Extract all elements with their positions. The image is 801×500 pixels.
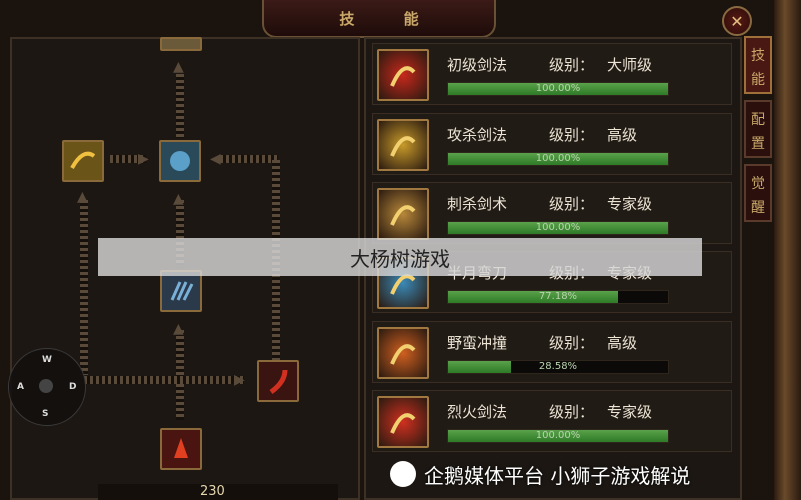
skill-name: 烈火剑法	[447, 403, 508, 421]
game-hud-edge	[774, 0, 801, 500]
skill-progress-text: 77.18%	[538, 291, 578, 302]
window-title: 技 能	[339, 9, 441, 28]
skill-progress-bar: 100.00%	[447, 82, 669, 96]
joystick-right-label: D	[69, 382, 77, 392]
skill-level-label: 级别：	[549, 334, 595, 352]
tree-connector	[220, 155, 278, 163]
skill-row[interactable]: 烈火剑法 级别： 专家级 100.00%	[372, 390, 732, 452]
skill-level: 专家级	[607, 195, 653, 213]
arrow-up-icon: ▲	[173, 191, 184, 207]
tab-awaken-label: 觉醒	[751, 176, 765, 216]
tree-node-golden-slash[interactable]	[62, 140, 104, 182]
tab-config-label: 配置	[751, 112, 765, 152]
skill-row[interactable]: 刺杀剑术 级别： 专家级 100.00%	[372, 182, 732, 244]
skill-progress-bar: 28.58%	[447, 360, 669, 374]
watermark-text: 大杨树游戏	[350, 246, 450, 271]
tree-connector	[84, 376, 244, 384]
tab-config[interactable]: 配置	[744, 100, 772, 158]
tree-node-blue-claw[interactable]	[160, 270, 202, 312]
skill-level-label: 级别：	[549, 126, 595, 144]
thrust-sword-icon[interactable]	[377, 188, 429, 240]
skill-row[interactable]: 初级剑法 级别： 大师级 100.00%	[372, 43, 732, 105]
tree-connector	[80, 200, 88, 375]
tree-connector	[176, 74, 184, 138]
arrow-right-icon: ▶	[234, 372, 245, 388]
charge-burst-icon[interactable]	[377, 327, 429, 379]
penguin-logo-icon	[390, 461, 416, 487]
joystick-left-label: A	[17, 382, 24, 392]
skill-progress-text: 100.00%	[535, 153, 581, 164]
arrow-left-icon: ◀	[210, 151, 221, 167]
bottom-hud-number: 230	[200, 484, 225, 499]
skill-name: 攻杀剑法	[447, 126, 508, 144]
arrow-up-icon: ▲	[173, 59, 184, 75]
joystick-down-label: S	[42, 409, 49, 419]
golden-slash-icon[interactable]	[377, 119, 429, 171]
skill-row[interactable]: 攻杀剑法 级别： 高级 100.00%	[372, 113, 732, 175]
skill-level: 大师级	[607, 56, 653, 74]
tab-skills-label: 技能	[751, 48, 765, 88]
skill-progress-text: 100.00%	[535, 83, 581, 94]
joystick-up-label: W	[42, 355, 52, 365]
claw-icon	[170, 281, 194, 301]
tree-node-blue-spirit[interactable]	[159, 140, 201, 182]
tree-connector	[176, 330, 184, 420]
skill-progress-text: 28.58%	[538, 361, 578, 372]
tree-node-red-blade[interactable]	[257, 360, 299, 402]
credit-text: 企鹅媒体平台 小狮子游戏解说	[424, 463, 691, 488]
blue-spirit-icon	[170, 151, 190, 171]
skill-level-label: 级别：	[549, 56, 595, 74]
tab-awaken[interactable]: 觉醒	[744, 164, 772, 222]
arrow-up-icon: ▲	[77, 189, 88, 205]
flame-figure-icon	[174, 438, 188, 458]
movement-joystick[interactable]: W A S D	[8, 348, 86, 426]
fire-sword-icon[interactable]	[377, 396, 429, 448]
golden-slash-icon	[70, 151, 96, 169]
skill-level: 高级	[607, 334, 638, 352]
tab-skills[interactable]: 技能	[744, 36, 772, 94]
tree-node-top[interactable]	[160, 37, 202, 51]
skill-progress-bar: 100.00%	[447, 429, 669, 443]
window-title-bar: 技 能	[262, 0, 496, 38]
skill-row[interactable]: 野蛮冲撞 级别： 高级 28.58%	[372, 321, 732, 383]
tree-node-flame-figure[interactable]	[160, 428, 202, 470]
red-blade-icon	[269, 369, 288, 395]
flame-figure-icon[interactable]	[377, 49, 429, 101]
skill-progress-bar: 100.00%	[447, 152, 669, 166]
watermark-banner: 大杨树游戏	[98, 238, 702, 276]
skill-name: 初级剑法	[447, 56, 508, 74]
skill-level-label: 级别：	[549, 403, 595, 421]
skill-name: 刺杀剑术	[447, 195, 508, 213]
skill-level-label: 级别：	[549, 195, 595, 213]
skill-progress-bar: 77.18%	[447, 290, 669, 304]
joystick-knob[interactable]	[39, 379, 53, 393]
skill-progress-bar: 100.00%	[447, 221, 669, 235]
arrow-up-icon: ▲	[173, 321, 184, 337]
close-icon[interactable]: ✕	[722, 6, 752, 36]
skill-level: 专家级	[607, 403, 653, 421]
skill-name: 野蛮冲撞	[447, 334, 508, 352]
skill-progress-text: 100.00%	[535, 222, 581, 233]
skill-progress-text: 100.00%	[535, 430, 581, 441]
arrow-right-icon: ▶	[138, 151, 149, 167]
skill-level: 高级	[607, 126, 638, 144]
credit-overlay: 企鹅媒体平台 小狮子游戏解说	[390, 454, 780, 494]
